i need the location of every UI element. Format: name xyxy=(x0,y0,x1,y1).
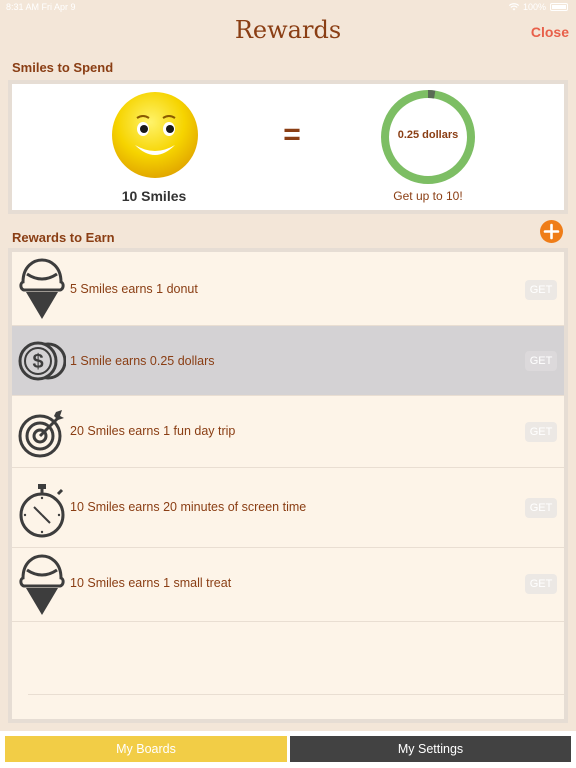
reward-text: 5 Smiles earns 1 donut xyxy=(70,282,198,296)
reward-text: 10 Smiles earns 1 small treat xyxy=(70,576,232,590)
add-reward-button[interactable] xyxy=(540,220,563,243)
smiles-count: 10 Smiles xyxy=(121,188,187,204)
status-time-date: 8:31 AM Fri Apr 9 xyxy=(6,2,76,12)
battery-icon xyxy=(550,3,568,11)
tab-my-settings[interactable]: My Settings xyxy=(290,736,571,762)
svg-text:$: $ xyxy=(32,351,43,373)
list-divider xyxy=(28,694,564,695)
reward-text: 1 Smile earns 0.25 dollars xyxy=(70,354,215,368)
get-button[interactable]: GET xyxy=(525,280,557,300)
page-title: Rewards xyxy=(234,16,342,44)
rewards-list: 5 Smiles earns 1 donut GET $ 1 Smile ear… xyxy=(8,248,568,723)
reward-text: 20 Smiles earns 1 fun day trip xyxy=(70,424,236,438)
spend-panel: 10 Smiles = 0.25 dollars Get up to 10! xyxy=(8,80,568,214)
wifi-icon xyxy=(508,3,519,11)
status-bar: 8:31 AM Fri Apr 9 100% xyxy=(0,0,576,14)
get-button[interactable]: GET xyxy=(525,498,557,518)
smiley-face-icon xyxy=(112,92,198,178)
status-right: 100% xyxy=(508,2,568,12)
tab-bar: My Boards My Settings xyxy=(0,731,576,768)
status-time: 8:31 AM xyxy=(6,2,40,12)
plus-icon xyxy=(543,223,560,240)
get-button[interactable]: GET xyxy=(525,422,557,442)
battery-percent: 100% xyxy=(522,2,546,12)
reward-row-screen-time[interactable]: 10 Smiles earns 20 minutes of screen tim… xyxy=(12,468,564,548)
get-button[interactable]: GET xyxy=(525,351,557,371)
reward-row-dollars[interactable]: $ 1 Smile earns 0.25 dollars GET xyxy=(12,326,564,396)
target-icon xyxy=(18,410,64,458)
ring-value-label: 0.25 dollars xyxy=(397,129,459,141)
reward-row-day-trip[interactable]: 20 Smiles earns 1 fun day trip GET xyxy=(12,396,564,468)
coins-icon: $ xyxy=(18,341,66,381)
close-button[interactable]: Close xyxy=(531,24,569,40)
tab-my-boards[interactable]: My Boards xyxy=(5,736,287,762)
reward-row-small-treat[interactable]: 10 Smiles earns 1 small treat GET xyxy=(12,548,564,622)
spend-heading: Smiles to Spend xyxy=(12,60,114,75)
ice-cream-icon xyxy=(19,554,65,615)
status-date: Fri Apr 9 xyxy=(41,2,76,12)
reward-text: 10 Smiles earns 20 minutes of screen tim… xyxy=(70,500,307,514)
get-button[interactable]: GET xyxy=(525,574,557,594)
get-up-to-note: Get up to 10! xyxy=(393,189,463,203)
reward-row-donut[interactable]: 5 Smiles earns 1 donut GET xyxy=(12,252,564,326)
earn-heading: Rewards to Earn xyxy=(12,230,115,245)
stopwatch-icon xyxy=(19,484,65,538)
ice-cream-icon xyxy=(19,258,65,319)
equals-sign: = xyxy=(283,118,301,151)
